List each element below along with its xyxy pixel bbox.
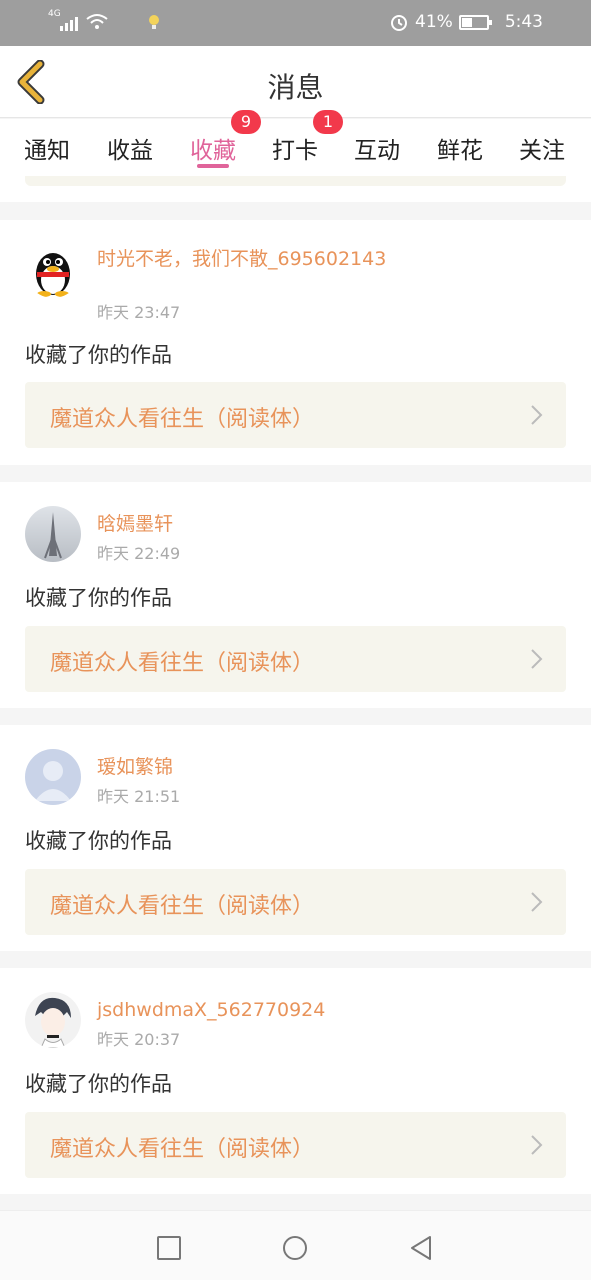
battery-icon [458,14,492,30]
action-text: 收藏了你的作品 [25,1072,172,1096]
tab-flowers[interactable]: 鲜花 [437,131,483,165]
work-link[interactable]: 魔道众人看往生（阅读体） [25,869,566,935]
chevron-right-icon [531,405,543,425]
tab-follow[interactable]: 关注 [519,131,565,165]
chevron-right-icon [531,649,543,669]
network-label: 4G [48,9,61,19]
user-name[interactable]: jsdhwdmaX_562770924 [97,998,397,1022]
user-name[interactable]: 晗嫣墨轩 [97,512,397,536]
tab-checkin[interactable]: 打卡 [272,131,318,165]
home-icon[interactable] [282,1235,308,1261]
user-name[interactable]: 瑷如繁锦 [97,755,397,779]
chevron-right-icon [531,892,543,912]
back-triangle-icon[interactable] [408,1235,434,1261]
anime-avatar[interactable] [25,992,81,1048]
default-avatar[interactable] [25,749,81,805]
header-bar: 消息 [0,46,591,118]
recent-apps-icon[interactable] [156,1235,182,1261]
feed-card: 瑷如繁锦 昨天 21:51 收藏了你的作品 魔道众人看往生（阅读体） [0,725,591,951]
user-name[interactable]: 时光不老，我们不散_695602143 [97,247,397,271]
alarm-icon [391,15,408,31]
signal-icon: 4G [48,9,78,31]
work-title: 魔道众人看往生（阅读体） [50,1137,315,1162]
tab-notice[interactable]: 通知 [24,131,70,165]
action-text: 收藏了你的作品 [25,586,172,610]
bulb-icon [149,15,159,29]
timestamp: 昨天 20:37 [97,1030,181,1049]
tab-bar: 通知 收益 收藏 打卡 互动 鲜花 关注 [0,119,591,176]
timestamp: 昨天 21:51 [97,787,181,806]
penguin-avatar[interactable] [25,242,81,298]
system-nav-bar [0,1210,591,1280]
favorites-badge: 9 [231,110,261,134]
clock: 5:43 [504,12,543,32]
work-title: 魔道众人看往生（阅读体） [50,651,315,676]
previous-card-remnant [0,176,591,202]
work-title: 魔道众人看往生（阅读体） [50,894,315,919]
timestamp: 昨天 22:49 [97,544,181,563]
feed-card: 晗嫣墨轩 昨天 22:49 收藏了你的作品 魔道众人看往生（阅读体） [0,482,591,708]
feed-card: jsdhwdmaX_562770924 昨天 20:37 收藏了你的作品 魔道众… [0,968,591,1194]
tab-favorites[interactable]: 收藏 [190,131,236,165]
work-link[interactable]: 魔道众人看往生（阅读体） [25,626,566,692]
work-link[interactable]: 魔道众人看往生（阅读体） [25,1112,566,1178]
chevron-right-icon [531,1135,543,1155]
checkin-badge: 1 [313,110,343,134]
tab-income[interactable]: 收益 [107,131,153,165]
action-text: 收藏了你的作品 [25,829,172,853]
timestamp: 昨天 23:47 [97,303,181,322]
feed-card: 时光不老，我们不散_695602143 昨天 23:47 收藏了你的作品 魔道众… [0,220,591,465]
work-link[interactable]: 魔道众人看往生（阅读体） [25,382,566,448]
active-tab-indicator [197,164,229,168]
tab-interaction[interactable]: 互动 [354,131,400,165]
page-title: 消息 [267,71,324,104]
work-title: 魔道众人看往生（阅读体） [50,407,315,432]
battery-percent: 41% [415,12,453,32]
action-text: 收藏了你的作品 [25,343,172,367]
wifi-icon [86,14,108,29]
status-bar: 4G 41% 5:43 [0,0,591,46]
tower-photo-avatar[interactable] [25,506,81,562]
